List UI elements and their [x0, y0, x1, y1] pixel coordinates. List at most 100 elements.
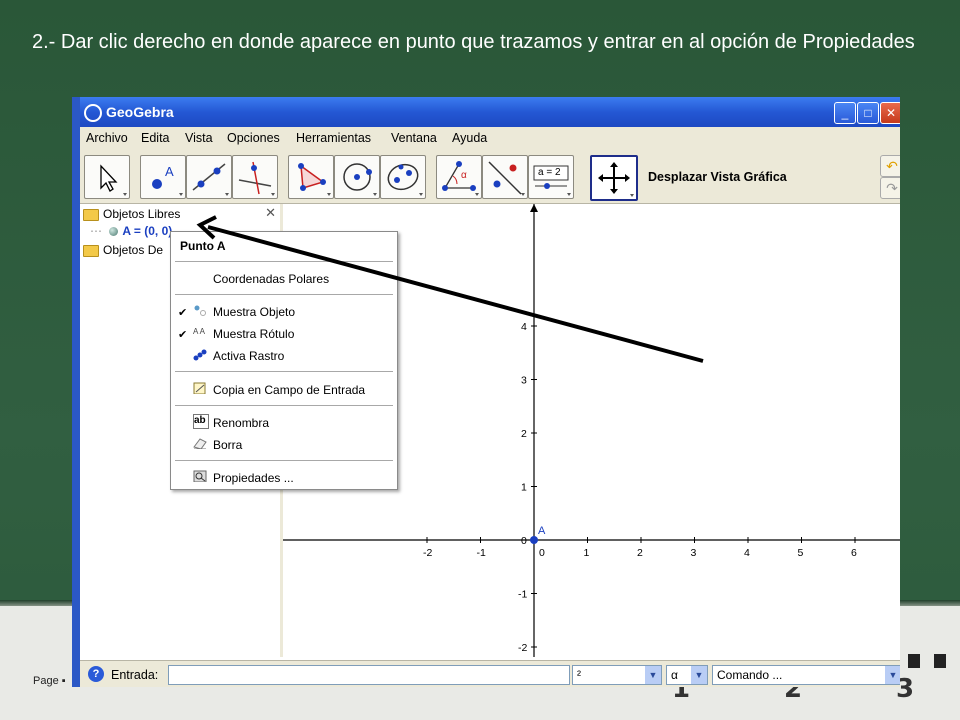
menu-opciones[interactable]: Opciones — [227, 131, 280, 145]
point-sphere-icon — [109, 227, 119, 237]
angle-icon: α — [442, 161, 479, 196]
input-bar: ? Entrada: ² ▼ α ▼ Comando ... ▼ — [80, 660, 900, 687]
point-a-label: A = (0, 0) — [122, 224, 173, 238]
point-a-entry[interactable]: ⋯ A = (0, 0) — [90, 224, 172, 238]
menu-item-properties[interactable]: Propiedades ... — [213, 471, 294, 485]
window-title: GeoGebra — [106, 104, 174, 120]
y-axis-arrow-icon — [530, 204, 538, 212]
x-tick-label: 2 — [637, 547, 643, 559]
copy-input-icon — [193, 382, 206, 394]
y-tick-label: 4 — [521, 321, 527, 333]
greek-combo-value: α — [671, 668, 678, 682]
y-tick-label: 3 — [521, 375, 527, 387]
folder-icon — [83, 244, 99, 257]
menu-archivo[interactable]: Archivo — [86, 131, 128, 145]
maximize-button[interactable]: □ — [857, 102, 879, 124]
move-graphics-icon — [598, 162, 634, 197]
polygon-tool-button[interactable] — [288, 155, 334, 199]
circle-tool-button[interactable] — [334, 155, 380, 199]
menu-separator — [175, 460, 393, 461]
window-titlebar[interactable]: GeoGebra _ □ ✕ — [72, 97, 900, 127]
check-icon: ✔ — [178, 329, 188, 341]
command-combo[interactable]: Comando ... ▼ — [712, 665, 900, 685]
move-tool-button[interactable] — [84, 155, 130, 199]
tool-description: Desplazar Vista Gráfica — [648, 170, 787, 184]
help-icon[interactable]: ? — [88, 666, 104, 682]
symbol-combo[interactable]: ² ▼ — [572, 665, 662, 685]
point-a-label: A — [538, 525, 546, 537]
minimize-button[interactable]: _ — [834, 102, 856, 124]
chevron-down-icon: ▼ — [645, 666, 661, 684]
reflect-tool-button[interactable] — [482, 155, 528, 199]
menu-item-label: Renombra — [213, 416, 270, 430]
point-a — [530, 536, 538, 544]
menu-item-polar-coordinates[interactable]: Coordenadas Polares — [213, 272, 329, 286]
x-tick-label: -1 — [477, 547, 486, 559]
menu-herramientas[interactable]: Herramientas — [296, 131, 371, 145]
move-view-tool-button[interactable] — [590, 155, 638, 201]
menu-item-show-object[interactable]: Muestra Objeto — [213, 305, 295, 319]
toolbar: A α a = 2 Desplazar Vista Gráfica ↶ ↷ — [80, 149, 900, 204]
ellipse-icon — [387, 163, 423, 196]
menu-separator — [175, 371, 393, 372]
menu-item-label: Coordenadas Polares — [213, 272, 330, 286]
dependent-objects-label: Objetos De — [103, 243, 164, 257]
svg-text:A: A — [165, 164, 174, 179]
y-tick-label: 0 — [521, 535, 527, 547]
x-tick-label: 1 — [584, 547, 590, 559]
menu-item-trace[interactable]: Activa Rastro — [213, 349, 284, 363]
tree-connector: ⋯ — [90, 224, 102, 238]
show-object-icon — [194, 305, 206, 316]
conic-tool-button[interactable] — [380, 155, 426, 199]
menu-item-label: Borra — [213, 438, 243, 452]
perpendicular-tool-button[interactable] — [232, 155, 278, 199]
polygon-icon — [298, 163, 331, 196]
command-combo-value: Comando ... — [717, 668, 783, 682]
dependent-objects-folder[interactable]: Objetos De — [83, 243, 163, 257]
menu-separator — [175, 294, 393, 295]
y-tick-label: -2 — [518, 642, 527, 654]
chevron-down-icon: ▼ — [691, 666, 707, 684]
undo-button[interactable]: ↶ — [880, 155, 900, 177]
menu-item-delete[interactable]: Borra — [213, 438, 242, 452]
menu-ventana[interactable]: Ventana — [391, 131, 437, 145]
folder-icon — [83, 208, 99, 221]
angle-tool-button[interactable]: α — [436, 155, 482, 199]
slider-tool-button[interactable]: a = 2 — [528, 155, 574, 199]
point-tool-button[interactable]: A — [140, 155, 186, 199]
menu-item-show-label[interactable]: Muestra Rótulo — [213, 327, 294, 341]
close-button[interactable]: ✕ — [880, 102, 900, 124]
redo-button[interactable]: ↷ — [880, 177, 900, 199]
geogebra-app-icon — [84, 104, 102, 122]
reflect-icon — [488, 161, 525, 196]
circle-icon — [343, 163, 377, 196]
y-tick-label: 1 — [521, 482, 527, 494]
svg-text:α: α — [461, 170, 467, 181]
eraser-icon — [193, 438, 207, 449]
context-menu: Punto A Coordenadas Polares ✔ Muestra Ob… — [170, 231, 398, 490]
chevron-down-icon: ▼ — [885, 666, 900, 684]
window-left-border — [72, 97, 80, 687]
show-label-icon: A A — [193, 327, 206, 336]
trace-icon — [193, 349, 207, 361]
menu-separator — [175, 261, 393, 262]
algebra-close-icon[interactable]: ✕ — [265, 205, 276, 221]
properties-icon — [193, 470, 207, 482]
menu-item-label: Propiedades ... — [213, 471, 294, 485]
x-tick-label: 5 — [798, 547, 804, 559]
free-objects-folder[interactable]: Objetos Libres — [83, 207, 180, 221]
slide-title: 2.- Dar clic derecho en donde aparece en… — [32, 31, 915, 53]
menu-vista[interactable]: Vista — [185, 131, 213, 145]
menu-item-label: Copia en Campo de Entrada — [213, 383, 366, 397]
menu-separator — [175, 405, 393, 406]
menu-edita[interactable]: Edita — [141, 131, 170, 145]
menu-item-copy-to-input[interactable]: Copia en Campo de Entrada — [213, 383, 365, 397]
menu-ayuda[interactable]: Ayuda — [452, 131, 487, 145]
context-menu-title: Punto A — [180, 239, 226, 253]
greek-combo[interactable]: α ▼ — [666, 665, 708, 685]
input-field[interactable] — [168, 665, 570, 685]
y-tick-label: -1 — [518, 589, 527, 601]
line-tool-button[interactable] — [186, 155, 232, 199]
input-label: Entrada: — [111, 668, 159, 682]
menu-item-rename[interactable]: Renombra — [213, 416, 269, 430]
